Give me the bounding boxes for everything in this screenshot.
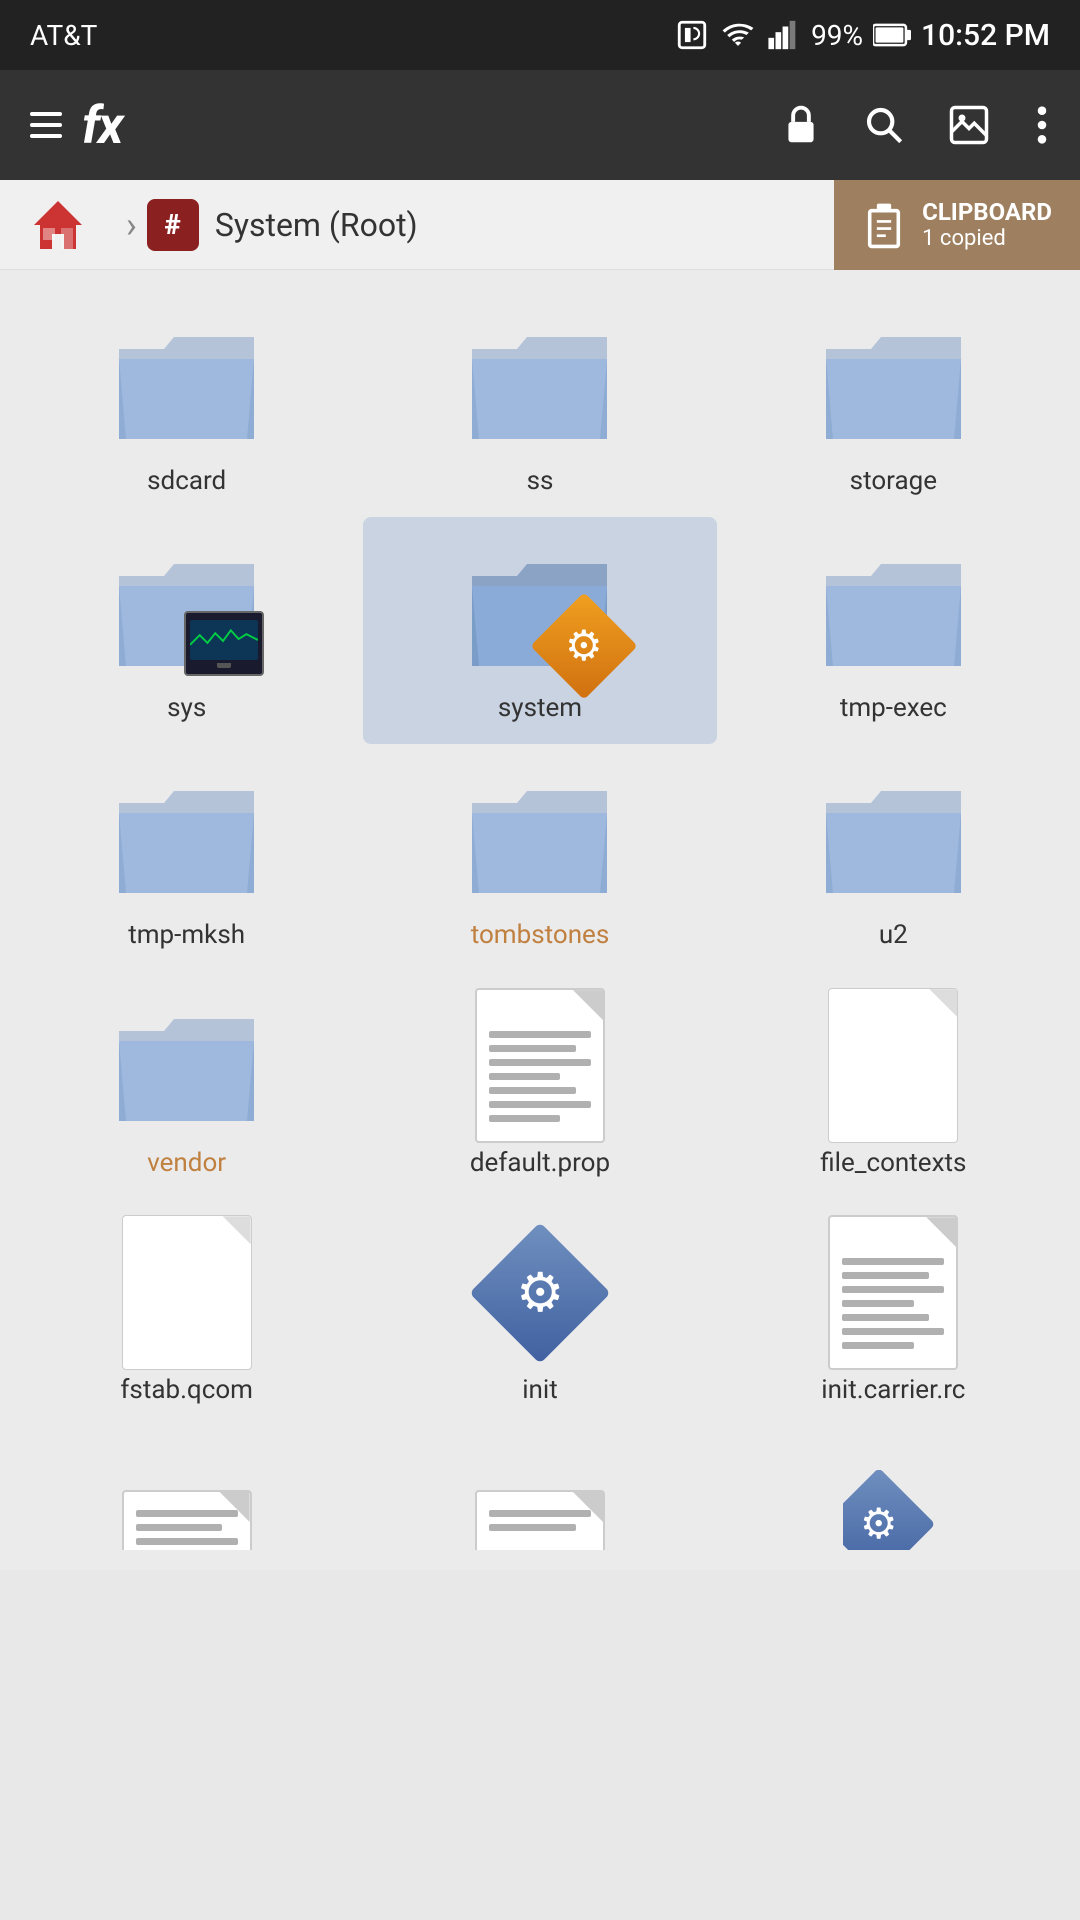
file-name-tmp-exec: tmp-exec xyxy=(840,693,947,724)
folder-icon-tombstones xyxy=(460,768,620,908)
search-icon[interactable] xyxy=(864,105,904,145)
file-name-tmp-mksh: tmp-mksh xyxy=(128,920,245,951)
file-name-init: init xyxy=(522,1375,558,1406)
file-item-partial-3[interactable]: ⚙ xyxy=(717,1446,1070,1570)
file-item-storage[interactable]: storage xyxy=(717,290,1070,517)
file-item-u2[interactable]: u2 xyxy=(717,744,1070,971)
file-item-sdcard[interactable]: sdcard xyxy=(10,290,363,517)
folder-icon-ss xyxy=(460,314,620,454)
clipboard-icon xyxy=(862,200,906,250)
file-item-fstab-qcom[interactable]: fstab.qcom xyxy=(10,1199,363,1426)
file-item-partial-1[interactable] xyxy=(10,1446,363,1570)
blank-icon-file-contexts xyxy=(813,996,973,1136)
carrier-label: AT&T xyxy=(30,19,97,52)
battery-icon xyxy=(873,21,911,49)
file-name-u2: u2 xyxy=(879,920,908,951)
app-logo-text: fx xyxy=(82,95,122,156)
breadcrumb-title: System (Root) xyxy=(215,206,418,244)
more-icon[interactable] xyxy=(1034,105,1050,145)
toolbar-logo[interactable]: fx xyxy=(30,95,122,156)
status-icons: 99% 10:52 PM xyxy=(675,18,1050,53)
image-icon[interactable] xyxy=(948,104,990,146)
folder-icon-sdcard xyxy=(107,314,267,454)
file-name-vendor: vendor xyxy=(147,1148,226,1179)
status-bar: AT&T 99% 10:52 PM xyxy=(0,0,1080,70)
file-name-ss: ss xyxy=(527,466,554,497)
file-name-file-contexts: file_contexts xyxy=(820,1148,966,1179)
file-item-ss[interactable]: ss xyxy=(363,290,716,517)
file-item-tmp-exec[interactable]: tmp-exec xyxy=(717,517,1070,744)
file-name-tombstones: tombstones xyxy=(471,920,610,951)
toolbar-actions xyxy=(782,103,1050,147)
breadcrumb-current[interactable]: # System (Root) xyxy=(147,199,834,251)
folder-icon-tmp-exec xyxy=(813,541,973,681)
doc-icon-init-carrier xyxy=(813,1223,973,1363)
file-item-vendor[interactable]: vendor xyxy=(10,972,363,1199)
file-item-default-prop[interactable]: default.prop xyxy=(363,972,716,1199)
doc-icon-default-prop xyxy=(460,996,620,1136)
clipboard-text: CLIPBOARD 1 copied xyxy=(922,198,1052,251)
file-item-partial-2[interactable] xyxy=(363,1446,716,1570)
file-item-init[interactable]: ⚙ init xyxy=(363,1199,716,1426)
nfc-icon xyxy=(675,18,709,52)
file-grid: sdcard ss storage xyxy=(0,270,1080,1446)
gear-icon-init: ⚙ xyxy=(460,1223,620,1363)
toolbar: fx xyxy=(0,70,1080,180)
file-item-tmp-mksh[interactable]: tmp-mksh xyxy=(10,744,363,971)
file-name-sys: sys xyxy=(167,693,206,724)
file-name-default-prop: default.prop xyxy=(470,1148,610,1179)
file-item-tombstones[interactable]: tombstones xyxy=(363,744,716,971)
file-item-system[interactable]: ⚙ system xyxy=(363,517,716,744)
folder-icon-system: ⚙ xyxy=(460,541,620,681)
file-item-file-contexts[interactable]: file_contexts xyxy=(717,972,1070,1199)
home-icon xyxy=(24,191,92,259)
blank-icon-fstab xyxy=(107,1223,267,1363)
file-name-fstab-qcom: fstab.qcom xyxy=(120,1375,253,1406)
breadcrumb-chevron: › xyxy=(126,204,137,246)
folder-icon-vendor xyxy=(107,996,267,1136)
home-button[interactable] xyxy=(0,191,116,259)
wifi-icon xyxy=(719,18,757,52)
folder-icon-storage xyxy=(813,314,973,454)
lock-icon[interactable] xyxy=(782,103,820,147)
battery-label: 99% xyxy=(811,19,863,52)
folder-icon-u2 xyxy=(813,768,973,908)
file-name-init-carrier-rc: init.carrier.rc xyxy=(821,1375,965,1406)
folder-icon-sys xyxy=(107,541,267,681)
file-item-init-carrier-rc[interactable]: init.carrier.rc xyxy=(717,1199,1070,1426)
file-name-sdcard: sdcard xyxy=(147,466,226,497)
file-name-storage: storage xyxy=(850,466,937,497)
breadcrumb-bar: › # System (Root) CLIPBOARD 1 copied xyxy=(0,180,1080,270)
root-badge: # xyxy=(147,199,199,251)
signal-icon xyxy=(767,18,801,52)
clipboard-badge[interactable]: CLIPBOARD 1 copied xyxy=(834,180,1080,270)
time-label: 10:52 PM xyxy=(921,18,1050,53)
file-item-sys[interactable]: sys xyxy=(10,517,363,744)
menu-icon[interactable] xyxy=(30,112,62,138)
folder-icon-tmp-mksh xyxy=(107,768,267,908)
partial-bottom-row: ⚙ xyxy=(0,1446,1080,1570)
file-name-system: system xyxy=(498,693,582,724)
